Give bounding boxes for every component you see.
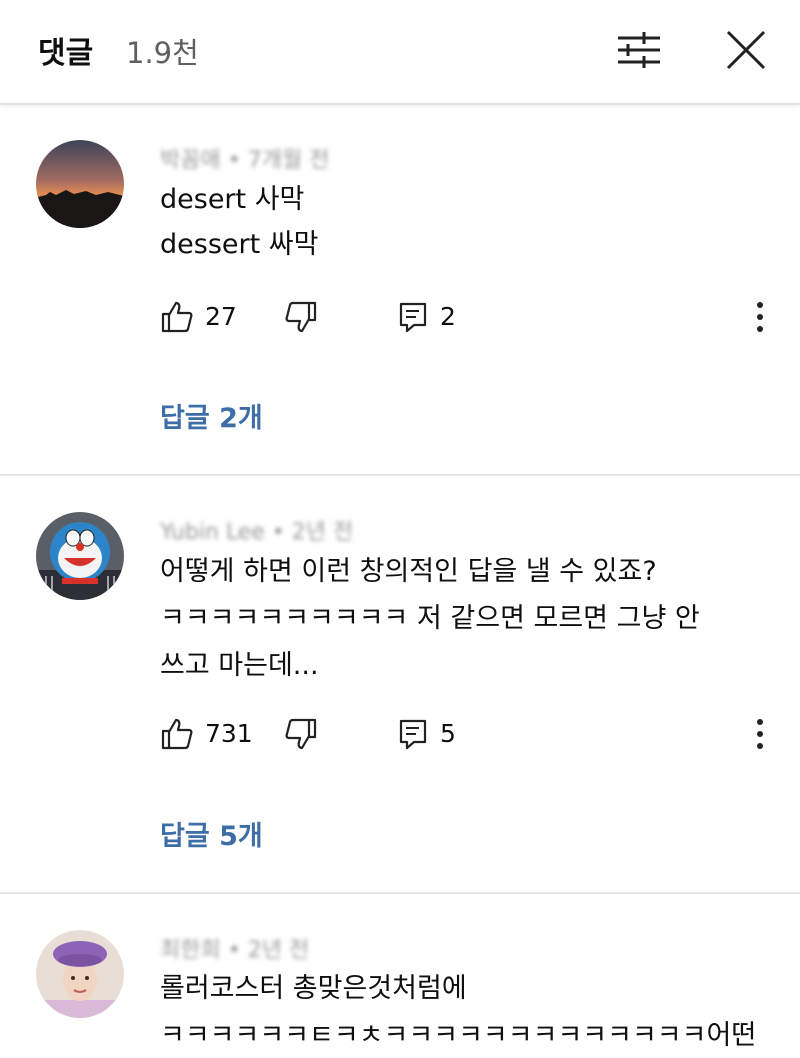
comment-time: 7개월 전 [247,148,330,173]
comment-meta: Yubin Lee • 2년 전 [160,520,354,545]
sliders-icon[interactable] [614,30,664,70]
reply-count: 2 [440,302,456,331]
comment-text-line: dessert 싸막 [160,229,319,260]
thumbs-up-icon[interactable] [160,717,194,751]
comment-text-line: 롤러코스터 총맞은것처럼에 [160,973,467,1004]
comment-time: 2년 전 [291,520,354,545]
comment-text-line: ㅋㅋㅋㅋㅋㅋㅋㅋㅋㅋ 저 같으면 모르면 그냥 안 [160,603,700,634]
like-count: 27 [205,302,237,331]
reply-count: 5 [440,719,456,748]
comment-text-line: desert 사막 [160,184,305,215]
comment-count: 1.9천 [126,36,199,70]
avatar[interactable] [36,512,124,600]
like-count: 731 [205,719,253,748]
reply-icon[interactable] [398,718,428,750]
comment-time: 2년 전 [247,938,310,963]
thumbs-down-icon[interactable] [284,717,318,751]
avatar[interactable] [36,140,124,228]
comment-text-line: 쓰고 마는데... [160,650,319,681]
header-title: 댓글 [38,36,94,71]
comments-header: 댓글 1.9천 [0,0,800,105]
avatar[interactable] [36,930,124,1018]
thumbs-up-icon[interactable] [160,300,194,334]
divider [0,892,800,894]
more-vert-icon[interactable] [750,717,770,751]
view-replies-link[interactable]: 답글 5개 [160,814,263,853]
comment-author: Yubin Lee [160,520,265,545]
thumbs-down-icon[interactable] [284,300,318,334]
comment-text-line: ㅋㅋㅋㅋㅋㅋㅌㅋㅊㅋㅋㅋㅋㅋㅋㅋㅋㅋㅋㅋㅋㅋ어떤 [160,1020,757,1051]
comment-meta: 최한희 • 2년 전 [160,938,310,963]
divider [0,474,800,476]
close-icon[interactable] [724,28,768,72]
reply-icon[interactable] [398,301,428,333]
comment-actions: 731 5 [0,717,800,757]
view-replies-link[interactable]: 답글 2개 [160,396,263,435]
comment-actions: 27 2 [0,300,800,340]
comment-author: 최한희 [160,938,221,963]
comment-author: 박꼼애 [160,148,221,173]
comment-meta: 박꼼애 • 7개월 전 [160,148,330,173]
more-vert-icon[interactable] [750,300,770,334]
comment-text-line: 어떻게 하면 이런 창의적인 답을 낼 수 있죠? [160,556,657,587]
